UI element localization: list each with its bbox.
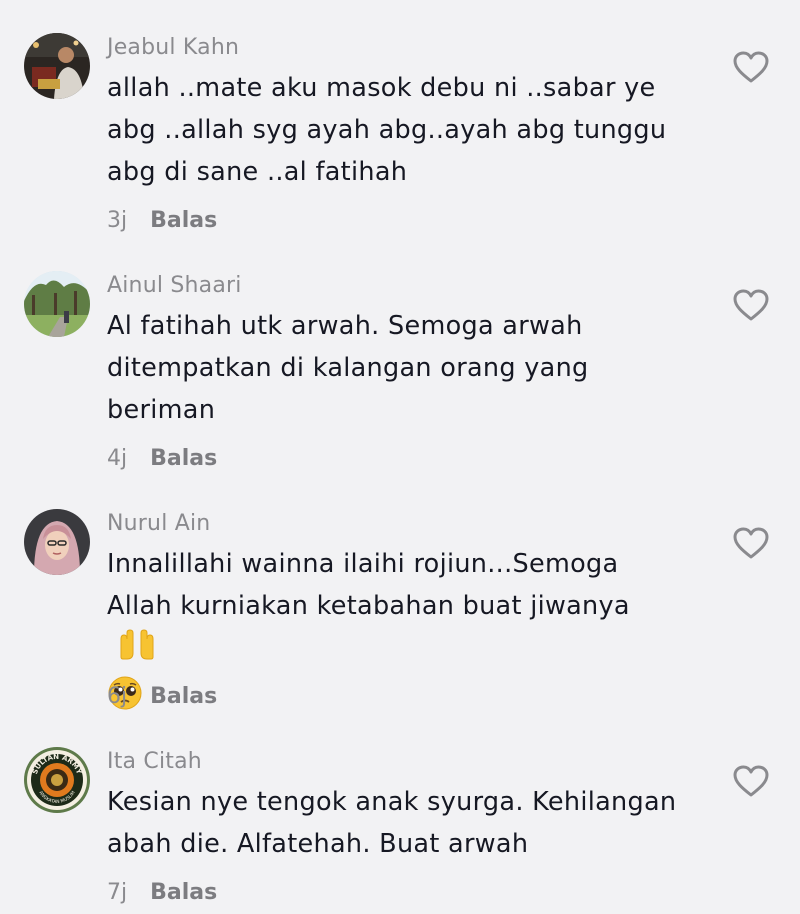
comment-text-line: Allah kurniakan ketabahan buat jiwanya: [107, 585, 707, 674]
comment-text-line: allah ..mate aku masok debu ni ..sabar y…: [107, 73, 656, 103]
comment-text-line: abah die. Alfatehah. Buat arwah: [107, 829, 529, 859]
comment-time: 6j: [107, 684, 128, 709]
comment-time: 7j: [107, 880, 128, 905]
avatar-photo-man-icon[interactable]: [24, 33, 90, 99]
avatar-badge-icon[interactable]: SULTAN ARMY ANGKATAN MUSLIM: [24, 747, 90, 813]
comment-text-line: abg di sane ..al fatihah: [107, 157, 408, 187]
comment-username[interactable]: Jeabul Kahn: [107, 35, 239, 60]
comment-text-line: beriman: [107, 395, 216, 425]
heart-outline-icon[interactable]: [732, 764, 770, 798]
comment-username[interactable]: Ita Citah: [107, 749, 202, 774]
comment-text-line: Al fatihah utk arwah. Semoga arwah: [107, 311, 583, 341]
comment-text: Al fatihah utk arwah. Semoga arwah ditem…: [107, 305, 707, 431]
reply-button[interactable]: Balas: [150, 446, 217, 471]
comment-text: Kesian nye tengok anak syurga. Kehilanga…: [107, 781, 707, 865]
avatar-photo-woman-icon[interactable]: [24, 509, 90, 575]
comment-text-line: abg ..allah syg ayah abg..ayah abg tungg…: [107, 115, 667, 145]
reply-button[interactable]: Balas: [150, 208, 217, 233]
heart-outline-icon[interactable]: [732, 526, 770, 560]
reply-button[interactable]: Balas: [150, 880, 217, 905]
comment-meta: 6j Balas: [107, 684, 217, 709]
heart-outline-icon[interactable]: [732, 50, 770, 84]
comment-text-line: Innalillahi wainna ilaihi rojiun...Semog…: [107, 549, 619, 579]
avatar-photo-park-icon[interactable]: [24, 271, 90, 337]
comment-meta: 4j Balas: [107, 446, 217, 471]
comment-meta: 7j Balas: [107, 880, 217, 905]
comment-text-line: Kesian nye tengok anak syurga. Kehilanga…: [107, 787, 677, 817]
comment-text-segment: Allah kurniakan ketabahan buat jiwanya: [107, 591, 630, 621]
comment-text-line: ditempatkan di kalangan orang yang: [107, 353, 589, 383]
comment-username[interactable]: Nurul Ain: [107, 511, 210, 536]
comment-meta: 3j Balas: [107, 208, 217, 233]
comment-time: 4j: [107, 446, 128, 471]
comment-time: 3j: [107, 208, 128, 233]
comment-username[interactable]: Ainul Shaari: [107, 273, 242, 298]
comment-list: Jeabul Kahn allah ..mate aku masok debu …: [0, 0, 800, 914]
heart-outline-icon[interactable]: [732, 288, 770, 322]
raising-hands-emoji: [117, 627, 707, 674]
reply-button[interactable]: Balas: [150, 684, 217, 709]
comment-text: allah ..mate aku masok debu ni ..sabar y…: [107, 67, 707, 193]
